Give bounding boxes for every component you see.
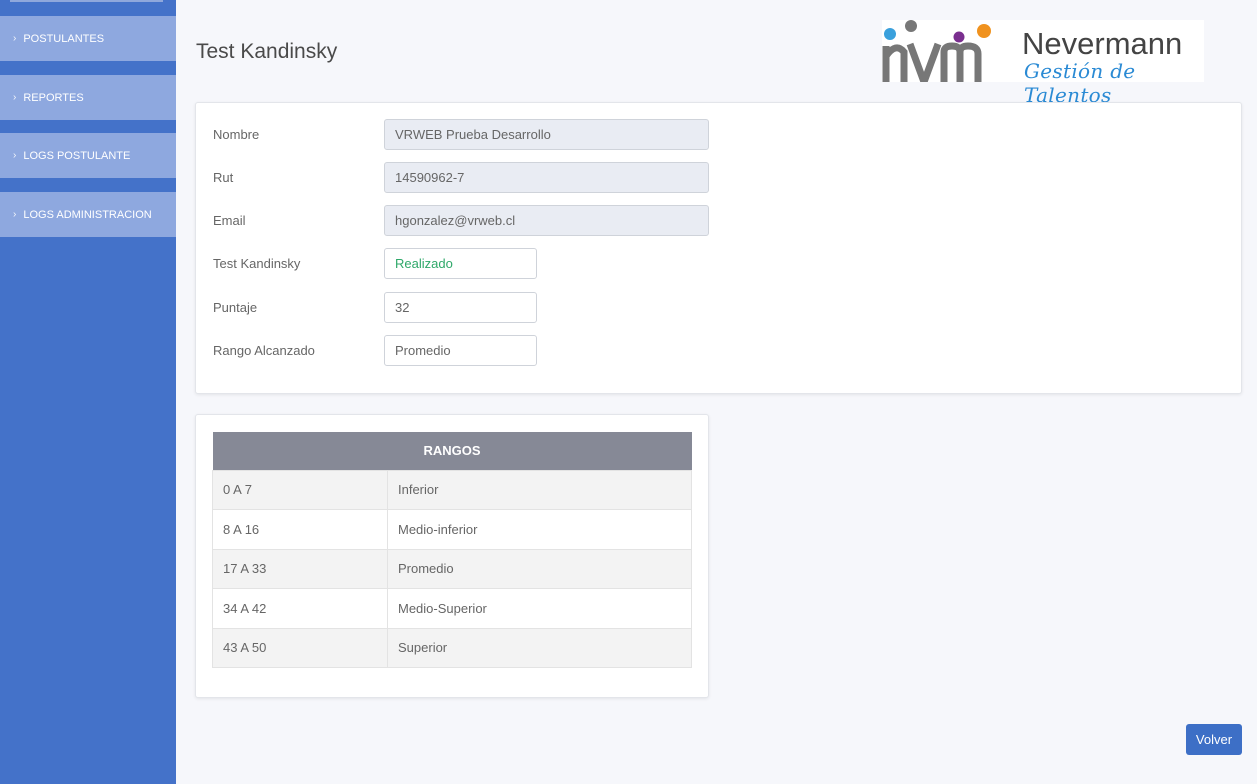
sidebar-item-label: POSTULANTES bbox=[23, 32, 105, 45]
rangos-table: RANGOS 0 A 7 Inferior 8 A 16 Medio-infer… bbox=[212, 432, 692, 668]
rango-alcanzado-field[interactable]: Promedio bbox=[384, 335, 537, 366]
nvm-logo-icon bbox=[882, 20, 991, 86]
form-row-test: Test Kandinsky Realizado bbox=[213, 248, 913, 279]
form-row-email: Email hgonzalez@vrweb.cl bbox=[213, 205, 913, 236]
table-row: 8 A 16 Medio-inferior bbox=[212, 509, 692, 550]
sidebar-item-logs-administracion[interactable]: › LOGS ADMINISTRACION bbox=[0, 192, 176, 237]
rangos-card: RANGOS 0 A 7 Inferior 8 A 16 Medio-infer… bbox=[195, 414, 709, 698]
form-row-rango: Rango Alcanzado Promedio bbox=[213, 335, 913, 366]
nombre-label: Nombre bbox=[213, 127, 260, 142]
logo-tagline: Gestión de Talentos bbox=[1024, 59, 1136, 107]
sidebar-item-label: REPORTES bbox=[23, 91, 84, 104]
sidebar: › POSTULANTES › REPORTES › LOGS POSTULAN… bbox=[0, 0, 176, 784]
email-field[interactable]: hgonzalez@vrweb.cl bbox=[384, 205, 709, 236]
sidebar-divider bbox=[10, 0, 163, 2]
puntaje-field[interactable]: 32 bbox=[384, 292, 537, 323]
chevron-right-icon: › bbox=[13, 33, 17, 44]
rut-label: Rut bbox=[213, 170, 234, 185]
chevron-right-icon: › bbox=[13, 150, 17, 161]
table-row: 17 A 33 Promedio bbox=[212, 548, 692, 589]
range-name-cell: Medio-Superior bbox=[387, 588, 692, 629]
range-cell: 0 A 7 bbox=[212, 469, 388, 510]
range-name-cell: Superior bbox=[387, 627, 692, 668]
page-title: Test Kandinsky bbox=[196, 40, 338, 63]
puntaje-label: Puntaje bbox=[213, 300, 258, 315]
postulante-info-card: Nombre VRWEB Prueba Desarrollo Rut 14590… bbox=[195, 102, 1242, 394]
chevron-right-icon: › bbox=[13, 92, 17, 103]
form-row-rut: Rut 14590962-7 bbox=[213, 162, 913, 193]
sidebar-item-label: LOGS POSTULANTE bbox=[23, 149, 131, 162]
table-row: 0 A 7 Inferior bbox=[212, 469, 692, 510]
range-cell: 34 A 42 bbox=[212, 588, 388, 629]
company-logo: Nevermann Gestión de Talentos bbox=[882, 20, 1204, 107]
table-row: 43 A 50 Superior bbox=[212, 627, 692, 668]
form-row-nombre: Nombre VRWEB Prueba Desarrollo bbox=[213, 119, 913, 150]
rangos-header: RANGOS bbox=[212, 432, 692, 470]
nombre-field[interactable]: VRWEB Prueba Desarrollo bbox=[384, 119, 709, 150]
test-status-field[interactable]: Realizado bbox=[384, 248, 537, 279]
sidebar-item-postulantes[interactable]: › POSTULANTES bbox=[0, 16, 176, 61]
range-name-cell: Inferior bbox=[387, 469, 692, 510]
volver-button[interactable]: Volver bbox=[1186, 724, 1242, 755]
range-cell: 8 A 16 bbox=[212, 509, 388, 550]
logo-brand-text: Nevermann bbox=[1022, 26, 1183, 61]
form-row-puntaje: Puntaje 32 bbox=[213, 292, 913, 323]
email-label: Email bbox=[213, 213, 246, 228]
chevron-right-icon: › bbox=[13, 209, 17, 220]
table-row: 34 A 42 Medio-Superior bbox=[212, 588, 692, 629]
sidebar-item-reportes[interactable]: › REPORTES bbox=[0, 75, 176, 120]
sidebar-item-logs-postulante[interactable]: › LOGS POSTULANTE bbox=[0, 133, 176, 178]
range-cell: 43 A 50 bbox=[212, 627, 388, 668]
range-name-cell: Medio-inferior bbox=[387, 509, 692, 550]
sidebar-item-label: LOGS ADMINISTRACION bbox=[23, 208, 152, 221]
rango-alcanzado-label: Rango Alcanzado bbox=[213, 343, 315, 358]
test-kandinsky-label: Test Kandinsky bbox=[213, 256, 301, 271]
range-cell: 17 A 33 bbox=[212, 548, 388, 589]
range-name-cell: Promedio bbox=[387, 548, 692, 589]
rut-field[interactable]: 14590962-7 bbox=[384, 162, 709, 193]
